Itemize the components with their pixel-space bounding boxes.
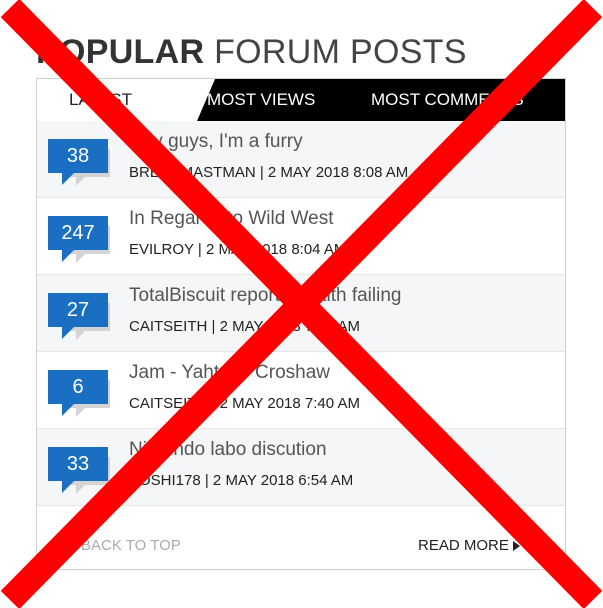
comment-bubble-icon: 6 (48, 370, 110, 417)
read-more-label: READ MORE (418, 537, 509, 554)
post-meta: BREADMASTMAN | 2 MAY 2018 8:08 AM (129, 164, 409, 181)
comment-count: 33 (48, 447, 108, 481)
tab-bar: LATEST MOST VIEWS MOST COMMENTS (37, 79, 565, 121)
page-title-light: FORUM POSTS (214, 33, 467, 71)
comment-count: 6 (48, 370, 108, 404)
post-meta: CAITSEITH | 2 MAY 2018 7:40 AM (129, 395, 360, 412)
list-item[interactable]: 27 TotalBiscuit reports health failing C… (37, 275, 565, 352)
comment-bubble-icon: 247 (48, 216, 110, 263)
comment-bubble-icon: 27 (48, 293, 110, 340)
tab-latest[interactable]: LATEST (37, 79, 215, 121)
post-title[interactable]: In Regards to Wild West (129, 208, 334, 230)
comment-bubble-icon: 38 (48, 139, 110, 186)
list-item[interactable]: 6 Jam - Yahtzee Croshaw CAITSEITH | 2 MA… (37, 352, 565, 429)
arrow-right-icon (512, 541, 520, 552)
tab-latest-label: LATEST (69, 90, 132, 109)
back-to-top-link[interactable]: BACK TO TOP (81, 537, 181, 554)
page-title-bold: POPULAR (36, 33, 205, 71)
tab-most-views[interactable]: MOST VIEWS (207, 79, 315, 121)
tab-most-comments[interactable]: MOST COMMENTS (371, 79, 524, 121)
comment-count: 27 (48, 293, 108, 327)
page-title: POPULAR FORUM POSTS (36, 30, 467, 74)
post-title[interactable]: Nintendo labo discution (129, 439, 327, 461)
post-meta: BOSHI178 | 2 MAY 2018 6:54 AM (129, 472, 354, 489)
post-title[interactable]: Jam - Yahtzee Croshaw (129, 362, 330, 384)
comment-count: 38 (48, 139, 108, 173)
list-item[interactable]: 247 In Regards to Wild West EVILROY | 2 … (37, 198, 565, 275)
post-meta: EVILROY | 2 MAY 2018 8:04 AM (129, 241, 347, 258)
read-more-link[interactable]: READ MORE (418, 537, 520, 554)
list-item[interactable]: 38 Hey guys, I'm a furry BREADMASTMAN | … (37, 121, 565, 198)
post-title[interactable]: Hey guys, I'm a furry (129, 131, 303, 153)
forum-posts-panel: LATEST MOST VIEWS MOST COMMENTS 38 Hey g… (36, 78, 566, 570)
post-meta: CAITSEITH | 2 MAY 2018 7:45 AM (129, 318, 360, 335)
post-title[interactable]: TotalBiscuit reports health failing (129, 285, 401, 307)
comment-count: 247 (48, 216, 108, 250)
list-item[interactable]: 33 Nintendo labo discution BOSHI178 | 2 … (37, 429, 565, 506)
comment-bubble-icon: 33 (48, 447, 110, 494)
